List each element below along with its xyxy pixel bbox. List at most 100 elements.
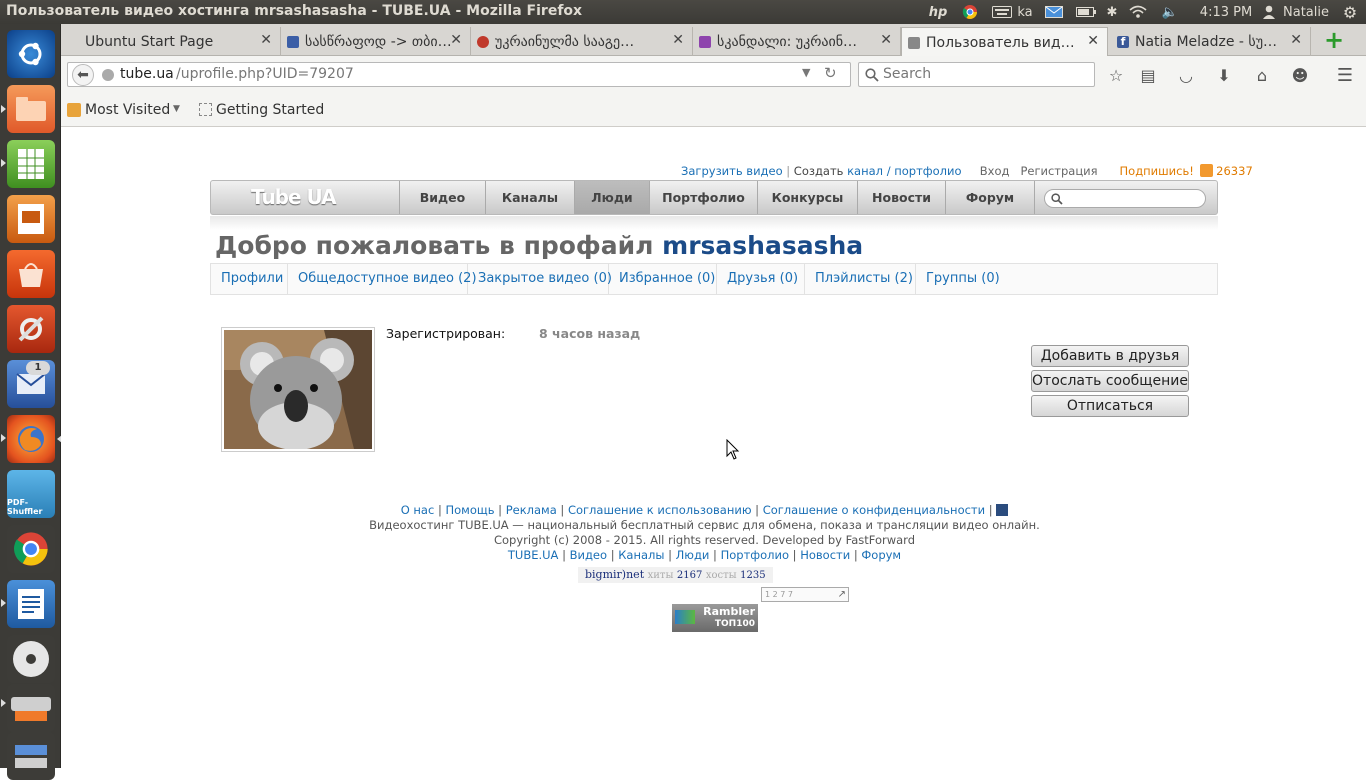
tab-title: უკრაინულმა სააგე…: [495, 34, 635, 50]
tab-title: Ubuntu Start Page: [85, 34, 214, 50]
writer-document-icon[interactable]: [7, 580, 55, 628]
footer-terms-link[interactable]: Соглашение к использованию: [568, 503, 752, 517]
nav-channels[interactable]: Каналы: [485, 181, 574, 214]
files-icon[interactable]: [7, 85, 55, 133]
close-tab-icon[interactable]: ✕: [260, 32, 272, 48]
chevron-down-icon[interactable]: ▼: [173, 104, 180, 114]
scanner-icon[interactable]: [7, 684, 55, 732]
close-tab-icon[interactable]: ✕: [450, 32, 462, 48]
register-link[interactable]: Регистрация: [1020, 164, 1097, 178]
nav-video[interactable]: Видео: [399, 181, 485, 214]
close-tab-icon[interactable]: ✕: [880, 32, 892, 48]
tab-public-videos[interactable]: Общедоступное видео (2): [288, 264, 477, 294]
new-tab-plus-icon[interactable]: +: [1321, 28, 1347, 54]
calc-spreadsheet-icon[interactable]: [7, 140, 55, 188]
browser-search-input[interactable]: Search: [858, 62, 1095, 87]
footer-nav-news[interactable]: Новости: [800, 548, 850, 562]
subscribe-link[interactable]: Подпишись!: [1120, 164, 1194, 178]
tab-favorites[interactable]: Избранное (0): [609, 264, 717, 294]
tube-ua-logo[interactable]: Tube UA: [251, 185, 341, 211]
browser-tab[interactable]: სკანდალი: უკრაინ… ✕: [693, 27, 901, 56]
site-search-input[interactable]: [1044, 189, 1206, 208]
system-settings-icon[interactable]: [7, 305, 55, 353]
tab-private-videos[interactable]: Закрытое видео (0): [468, 264, 612, 294]
tab-profiles[interactable]: Профили: [211, 264, 288, 294]
close-tab-icon[interactable]: ✕: [1290, 32, 1302, 48]
footer-about-link[interactable]: О нас: [401, 503, 435, 517]
impress-presentation-icon[interactable]: [7, 195, 55, 243]
reading-list-icon[interactable]: ▤: [1136, 64, 1160, 86]
keyboard-icon[interactable]: [990, 0, 1014, 24]
home-icon[interactable]: ⌂: [1250, 64, 1274, 86]
send-message-button[interactable]: Отослать сообщение: [1031, 370, 1189, 392]
login-link[interactable]: Вход: [980, 164, 1010, 178]
tab-friends[interactable]: Друзья (0): [717, 264, 805, 294]
browser-tab[interactable]: უკრაინულმა სააგე… ✕: [471, 27, 693, 56]
close-tab-icon[interactable]: ✕: [1087, 33, 1099, 49]
battery-icon[interactable]: [1074, 0, 1098, 24]
footer-nav-people[interactable]: Люди: [676, 548, 710, 562]
software-center-icon[interactable]: [7, 250, 55, 298]
launcher-running-indicator: [1, 434, 6, 442]
chrome-tray-icon[interactable]: [958, 0, 982, 24]
back-button[interactable]: ⬅: [72, 64, 94, 86]
close-tab-icon[interactable]: ✕: [672, 32, 684, 48]
browser-tab[interactable]: სასწრაფოდ -> თბი… ✕: [281, 27, 471, 56]
browser-tab-active[interactable]: Пользователь вид… ✕: [901, 27, 1108, 56]
create-channel-link[interactable]: канал: [847, 164, 883, 178]
hello-chat-icon[interactable]: ☻: [1288, 64, 1312, 86]
url-bar[interactable]: ⬅ tube.ua /uprofile.php?UID=79207 ▼ ↻: [67, 62, 851, 87]
upload-video-link[interactable]: Загрузить видео: [681, 164, 783, 178]
browser-tab[interactable]: Ubuntu Start Page ✕: [61, 27, 281, 56]
bookmark-star-icon[interactable]: ☆: [1104, 64, 1128, 86]
clock[interactable]: 4:13 PM: [1192, 0, 1260, 24]
dvd-drive-icon[interactable]: [7, 635, 55, 683]
user-name[interactable]: Natalie: [1278, 0, 1334, 24]
firefox-icon[interactable]: [7, 415, 55, 463]
footer-nav-forum[interactable]: Форум: [861, 548, 901, 562]
rss-icon[interactable]: [1199, 164, 1213, 177]
tab-playlists[interactable]: Плэйлисты (2): [805, 264, 916, 294]
footer-nav-tube[interactable]: TUBE.UA: [508, 548, 559, 562]
gear-icon[interactable]: ⚙: [1338, 0, 1362, 24]
create-portfolio-link[interactable]: портфолио: [894, 164, 961, 178]
wifi-icon[interactable]: [1126, 0, 1150, 24]
chrome-icon[interactable]: [7, 525, 55, 573]
footer-rss-icon[interactable]: [996, 504, 1009, 516]
footer-nav-portfolio[interactable]: Портфолио: [721, 548, 789, 562]
keyboard-layout[interactable]: ka: [1014, 0, 1036, 24]
most-visited-bookmark[interactable]: Most Visited: [85, 102, 170, 118]
footer-privacy-link[interactable]: Соглашение о конфиденциальности: [763, 503, 985, 517]
bigmir-counter[interactable]: bigmir)net хиты 2167 хосты 1235: [578, 567, 773, 583]
hp-icon[interactable]: hp: [925, 0, 951, 24]
footer-nav-channels[interactable]: Каналы: [618, 548, 664, 562]
pocket-icon[interactable]: ◡: [1174, 64, 1198, 86]
rambler-top100-counter[interactable]: Rambler ТОП100: [672, 604, 758, 632]
bluetooth-icon[interactable]: ✱: [1102, 0, 1122, 24]
tab-groups[interactable]: Группы (0): [916, 264, 1000, 294]
browser-tab[interactable]: f Natia Meladze - სუ… ✕: [1111, 27, 1311, 56]
nav-portfolio[interactable]: Портфолио: [649, 181, 757, 214]
mail-icon[interactable]: [1042, 0, 1066, 24]
reload-icon[interactable]: ↻: [824, 64, 837, 82]
small-counter[interactable]: 1 2 7 7 ↗: [761, 587, 849, 602]
nav-contests[interactable]: Конкурсы: [757, 181, 857, 214]
nav-news[interactable]: Новости: [857, 181, 945, 214]
add-friend-button[interactable]: Добавить в друзья: [1031, 345, 1189, 367]
pdf-shuffler-icon[interactable]: PDF-Shuffler: [7, 470, 55, 518]
site-identity-icon[interactable]: [102, 69, 114, 81]
user-icon[interactable]: [1262, 0, 1276, 24]
downloads-icon[interactable]: ⬇: [1212, 64, 1236, 86]
url-dropdown-icon[interactable]: ▼: [802, 66, 810, 79]
volume-icon[interactable]: 🔈: [1157, 0, 1183, 24]
workspace-switcher-icon[interactable]: [7, 732, 55, 780]
nav-people[interactable]: Люди: [574, 181, 649, 214]
footer-help-link[interactable]: Помощь: [445, 503, 494, 517]
nav-forum[interactable]: Форум: [945, 181, 1035, 214]
footer-ads-link[interactable]: Реклама: [506, 503, 557, 517]
footer-nav-video[interactable]: Видео: [570, 548, 607, 562]
menu-hamburger-icon[interactable]: ☰: [1333, 64, 1357, 86]
ubuntu-dash-icon[interactable]: [7, 30, 55, 78]
unsubscribe-button[interactable]: Отписаться: [1031, 395, 1189, 417]
getting-started-bookmark[interactable]: Getting Started: [216, 102, 324, 118]
